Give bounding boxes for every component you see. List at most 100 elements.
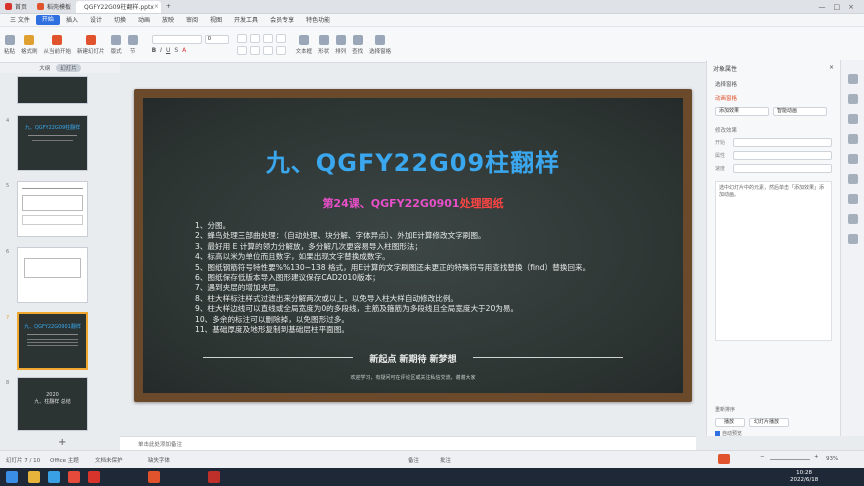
menu-animation[interactable]: 动画 [132, 14, 156, 27]
slide-footer-slogan[interactable]: 新起点 新期待 新梦想 [143, 352, 683, 365]
missing-font[interactable]: 缺失字体 [148, 456, 170, 464]
share-tool-icon[interactable] [848, 214, 858, 224]
slide-thumbnail-4[interactable]: 九、QGFY22G09柱翻样 [17, 115, 88, 171]
slide-thumbnail-3[interactable] [17, 76, 88, 104]
slide-footer-note[interactable]: 欢迎学习，有疑问可在评论区或关注私信交流，谢谢大家 [143, 374, 683, 381]
property-tool-icon[interactable] [848, 74, 858, 84]
document-protection[interactable]: 文档未保护 [95, 456, 123, 464]
ppt-taskbar-icon[interactable] [148, 471, 160, 483]
line-spacing-icon[interactable] [275, 34, 286, 43]
animation-tool-icon[interactable] [848, 114, 858, 124]
outline-tab[interactable]: 大纲 [39, 64, 50, 72]
font-color-icon[interactable]: A [182, 47, 186, 54]
number-list-icon[interactable] [249, 34, 260, 43]
comments-toggle[interactable]: 批注 [440, 456, 451, 464]
slideshow-play-button[interactable]: 幻灯片播放 [749, 418, 789, 427]
find-button[interactable]: 查找 [352, 29, 363, 61]
slide-thumbnail-8[interactable]: 2020 九、柱翻样 总结 [17, 377, 88, 431]
smart-animation-button[interactable]: 智能动画 [773, 107, 827, 116]
font-name-select[interactable] [151, 35, 202, 44]
zoom-slider[interactable] [770, 459, 810, 460]
animation-pane-link[interactable]: 动画窗格 [707, 91, 840, 105]
autocad-taskbar-icon[interactable] [208, 471, 220, 483]
property-select[interactable] [732, 151, 832, 160]
indent-icon[interactable] [262, 34, 273, 43]
add-slide-icon[interactable]: + [58, 437, 66, 448]
slide-frame[interactable]: 九、QGFY22G09柱翻样 第24课、QGFY22G0901处理图纸 1、分图… [134, 89, 692, 402]
windows-start-icon[interactable] [6, 471, 18, 483]
menu-slideshow[interactable]: 放映 [156, 14, 180, 27]
add-effect-button[interactable]: 添加效果 [715, 107, 769, 116]
menu-file[interactable]: 三 文件 [4, 14, 36, 27]
justify-icon[interactable] [275, 46, 286, 55]
tab-templates[interactable]: 稻壳模板 [32, 1, 76, 13]
bullet-list-icon[interactable] [236, 34, 247, 43]
maximize-icon[interactable]: □ [834, 3, 841, 11]
selection-pane-button[interactable]: 选择窗格 [369, 29, 391, 61]
align-left-icon[interactable] [236, 46, 247, 55]
close-tab-icon[interactable]: × [154, 3, 159, 10]
slide-thumbnail-6[interactable] [17, 247, 88, 303]
app-icon[interactable] [68, 471, 80, 483]
minimize-icon[interactable]: — [819, 3, 826, 11]
slide-thumbnail-7[interactable]: 九、QGFY22G0901翻样 [17, 312, 88, 370]
strike-icon[interactable]: S [174, 47, 178, 54]
shape-tool-icon[interactable] [848, 134, 858, 144]
new-slide-button[interactable]: 新建幻灯片 [77, 29, 105, 61]
menu-insert[interactable]: 插入 [60, 14, 84, 27]
close-window-icon[interactable]: × [848, 3, 854, 11]
arrange-button[interactable]: 排列 [335, 29, 346, 61]
menu-transition[interactable]: 切换 [108, 14, 132, 27]
wps-taskbar-icon[interactable] [88, 471, 100, 483]
align-right-icon[interactable] [262, 46, 273, 55]
play-from-current-button[interactable]: 从当前开始 [44, 29, 71, 61]
zoom-level[interactable]: 93% [826, 456, 838, 462]
menu-features[interactable]: 特色功能 [300, 14, 336, 27]
notes-area[interactable]: 单击此处添加备注 [120, 436, 696, 450]
backup-tool-icon[interactable] [848, 194, 858, 204]
browser-icon[interactable] [48, 471, 60, 483]
help-tool-icon[interactable] [848, 234, 858, 244]
section-button[interactable]: 节 [127, 29, 138, 61]
slide-subtitle[interactable]: 第24课、QGFY22G0901处理图纸 [143, 195, 683, 211]
checkbox-icon[interactable] [715, 431, 720, 436]
notes-toggle[interactable]: 备注 [408, 456, 419, 464]
font-size-select[interactable]: 0 [204, 35, 229, 44]
bold-icon[interactable]: B [152, 47, 157, 54]
auto-preview-row[interactable]: 自动预览 [715, 430, 742, 437]
format-painter-button[interactable]: 格式刷 [21, 29, 38, 61]
file-explorer-icon[interactable] [28, 471, 40, 483]
play-button[interactable]: 播放 [715, 418, 745, 427]
layout-tool-icon[interactable] [848, 174, 858, 184]
animation-list[interactable]: 选中幻灯片中的元素，然后单击「添加效果」添加动画。 [715, 181, 832, 341]
transition-tool-icon[interactable] [848, 154, 858, 164]
menu-view[interactable]: 视图 [204, 14, 228, 27]
slides-tab[interactable]: 幻灯片 [56, 64, 81, 72]
align-center-icon[interactable] [249, 46, 260, 55]
shape-button[interactable]: 形状 [318, 29, 329, 61]
start-select[interactable] [732, 138, 832, 147]
close-pane-icon[interactable]: × [829, 64, 834, 73]
menu-review[interactable]: 审阅 [180, 14, 204, 27]
slide-title[interactable]: 九、QGFY22G09柱翻样 [143, 143, 683, 178]
zoom-in-icon[interactable]: + [814, 454, 819, 460]
menu-member[interactable]: 会员专享 [264, 14, 300, 27]
italic-icon[interactable]: I [160, 47, 162, 54]
new-tab-button[interactable]: + [161, 1, 176, 13]
zoom-out-icon[interactable]: − [760, 454, 765, 460]
menu-home[interactable]: 开始 [35, 15, 60, 25]
slide-thumbnail-5[interactable] [17, 181, 88, 237]
speed-select[interactable] [732, 164, 832, 173]
tab-home[interactable]: 首页 [0, 1, 32, 13]
textbox-button[interactable]: 文本框 [296, 29, 312, 61]
play-slideshow-icon[interactable] [718, 454, 730, 464]
menu-design[interactable]: 设计 [84, 14, 108, 27]
style-tool-icon[interactable] [848, 94, 858, 104]
slide-body-text[interactable]: 1、分图。 2、蜂鸟处理三部曲处理：（自动处理、块分解、字体异点）、外加E计算修… [195, 221, 675, 335]
selection-pane-link[interactable]: 选择窗格 [707, 77, 840, 91]
menu-developer[interactable]: 开发工具 [228, 14, 264, 27]
paste-button[interactable]: 粘贴 [4, 29, 15, 61]
system-clock[interactable]: 10:28 2022/6/18 [790, 470, 818, 484]
underline-icon[interactable]: U [166, 47, 170, 54]
tab-document[interactable]: QGFY22G09柱翻样.pptx × [76, 0, 162, 13]
